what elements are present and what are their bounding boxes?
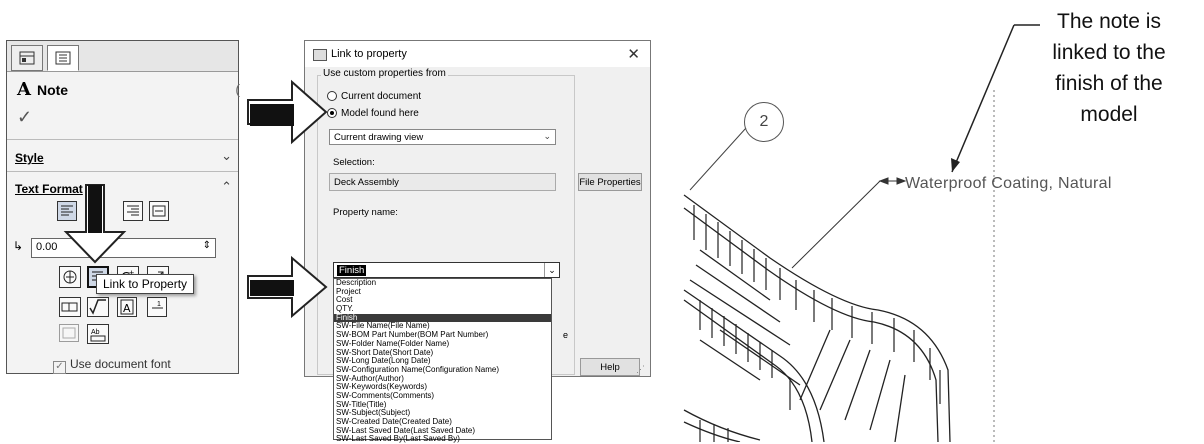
balloon-callout[interactable]: 2	[744, 102, 784, 142]
caption-text: The note is linked to the finish of the …	[1020, 6, 1198, 130]
note-leader	[791, 177, 907, 269]
drawing-note[interactable]: Waterproof Coating, Natural	[905, 175, 1112, 193]
caption-line: model	[1080, 103, 1138, 126]
stair-model	[683, 194, 951, 442]
balloon-leader	[689, 127, 747, 191]
arrow-down-icon	[63, 184, 127, 264]
caption-line: The note is	[1057, 10, 1161, 33]
caption-line: finish of the	[1055, 72, 1163, 95]
arrow-right-icon	[247, 255, 328, 319]
arrow-right-icon	[247, 79, 328, 145]
caption-line: linked to the	[1052, 41, 1166, 64]
